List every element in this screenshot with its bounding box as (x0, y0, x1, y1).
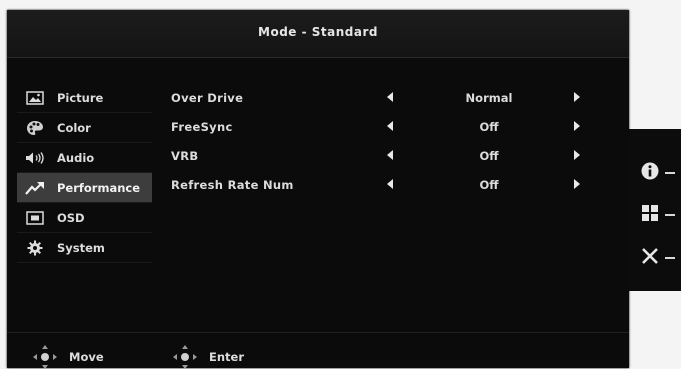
menu-item-color[interactable]: Color (17, 113, 152, 143)
info-button[interactable] (641, 161, 681, 185)
setting-row-vrb[interactable]: VRB Off (169, 141, 609, 170)
main-menu: Picture Color Audio Performance OSD Syst… (17, 83, 152, 263)
menu-item-osd[interactable]: OSD (17, 203, 152, 233)
setting-value: Normal (465, 91, 513, 105)
close-icon (641, 247, 659, 269)
gear-icon (25, 240, 45, 256)
setting-value: Off (479, 149, 499, 163)
arrow-right-icon[interactable] (574, 121, 580, 131)
arrow-right-icon[interactable] (574, 179, 580, 189)
setting-row-refresh-rate-num[interactable]: Refresh Rate Num Off (169, 170, 609, 199)
dpad-icon (33, 345, 57, 369)
menu-item-label: Color (57, 120, 91, 135)
menu-item-picture[interactable]: Picture (17, 83, 152, 113)
menu-item-audio[interactable]: Audio (17, 143, 152, 173)
speaker-icon (25, 150, 45, 166)
menu-item-label: OSD (57, 210, 85, 225)
move-hint: Move (33, 345, 104, 369)
setting-label: VRB (171, 149, 199, 163)
button-indicator (665, 214, 675, 216)
setting-value: Off (479, 120, 499, 134)
setting-value: Off (479, 178, 499, 192)
menu-item-label: Performance (57, 180, 141, 195)
menu-item-performance[interactable]: Performance (17, 173, 152, 203)
move-label: Move (69, 350, 104, 364)
osd-icon (25, 210, 45, 226)
osd-footer: Move Enter (7, 332, 629, 369)
osd-header: Mode - Standard (7, 10, 629, 58)
enter-hint: Enter (173, 345, 244, 369)
setting-row-freesync[interactable]: FreeSync Off (169, 112, 609, 141)
hotkey-panel (629, 129, 681, 291)
setting-label: FreeSync (171, 120, 233, 134)
settings-panel: Over Drive Normal FreeSync Off VRB Off R… (169, 83, 609, 199)
enter-label: Enter (209, 350, 245, 364)
arrow-left-icon[interactable] (387, 150, 393, 160)
arrow-left-icon[interactable] (387, 179, 393, 189)
menu-item-label: Audio (57, 150, 95, 165)
menu-item-system[interactable]: System (17, 233, 152, 263)
button-indicator (665, 172, 675, 174)
dpad-icon (173, 345, 197, 369)
setting-row-over-drive[interactable]: Over Drive Normal (169, 83, 609, 112)
exit-button[interactable] (641, 246, 681, 270)
setting-label: Refresh Rate Num (171, 178, 294, 192)
arrow-left-icon[interactable] (387, 92, 393, 102)
arrow-left-icon[interactable] (387, 121, 393, 131)
osd-menu: Mode - Standard Picture Color Audio Perf… (7, 10, 629, 369)
palette-icon (25, 120, 45, 136)
arrow-right-icon[interactable] (574, 150, 580, 160)
mode-title: Mode - Standard (258, 25, 378, 39)
menu-button[interactable] (641, 203, 681, 227)
info-icon (641, 162, 659, 184)
button-indicator (665, 257, 675, 259)
menu-item-label: System (57, 240, 105, 255)
setting-label: Over Drive (171, 91, 244, 105)
performance-icon (25, 180, 45, 196)
arrow-right-icon[interactable] (574, 92, 580, 102)
menu-item-label: Picture (57, 90, 104, 105)
picture-icon (25, 90, 45, 106)
grid-icon (641, 204, 659, 226)
